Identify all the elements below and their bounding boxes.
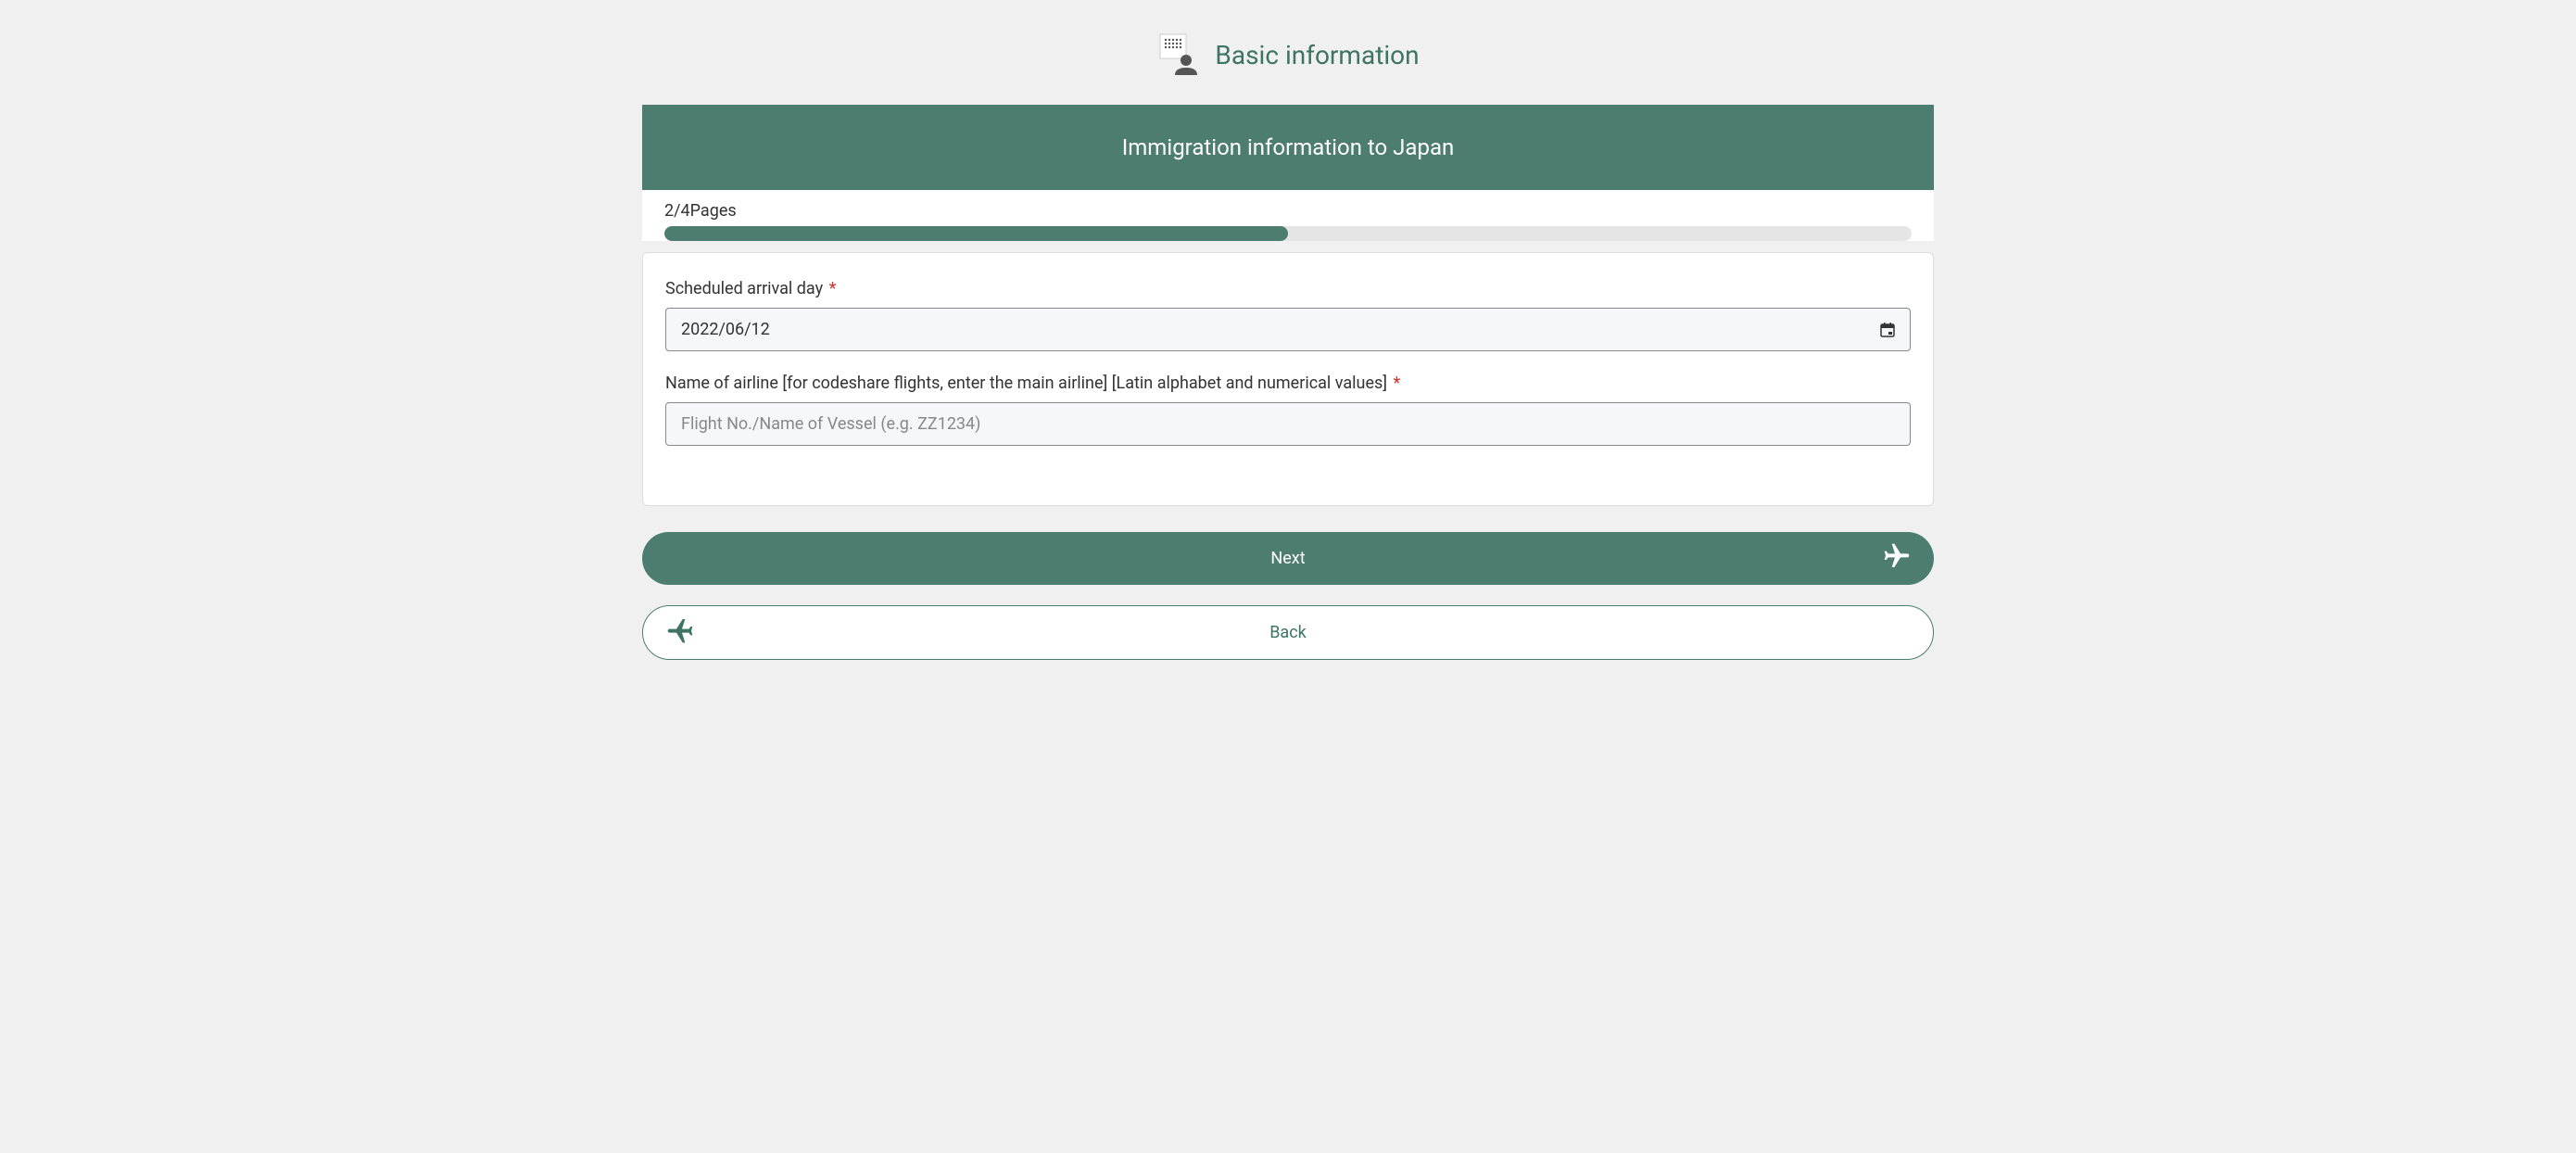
arrival-day-value: 2022/06/12 xyxy=(681,320,770,339)
next-button[interactable]: Next xyxy=(642,532,1934,585)
progress-bar-fill xyxy=(664,226,1288,241)
calendar-icon xyxy=(1880,323,1895,337)
page-header: Basic information xyxy=(642,19,1934,105)
banner-title: Immigration information to Japan xyxy=(1122,134,1455,160)
button-group: Next Back xyxy=(642,532,1934,660)
progress-section: 2/4Pages xyxy=(642,190,1934,241)
back-button[interactable]: Back xyxy=(642,605,1934,660)
airline-label: Name of airline [for codeshare flights, … xyxy=(665,374,1911,393)
arrival-day-input[interactable]: 2022/06/12 xyxy=(665,308,1911,351)
page-title: Basic information xyxy=(1215,40,1419,70)
arrival-day-label: Scheduled arrival day * xyxy=(665,279,1911,298)
plane-right-icon xyxy=(1882,541,1912,576)
airline-group: Name of airline [for codeshare flights, … xyxy=(665,374,1911,446)
required-indicator: * xyxy=(829,279,837,298)
required-indicator: * xyxy=(1394,374,1401,393)
section-banner: Immigration information to Japan xyxy=(642,105,1934,190)
arrival-day-group: Scheduled arrival day * 2022/06/12 xyxy=(665,279,1911,351)
plane-left-icon xyxy=(665,615,695,650)
person-info-icon xyxy=(1156,32,1201,77)
airline-input[interactable] xyxy=(665,402,1911,446)
progress-label: 2/4Pages xyxy=(664,201,1912,221)
progress-bar xyxy=(664,226,1912,241)
form-card: Scheduled arrival day * 2022/06/12 xyxy=(642,252,1934,506)
